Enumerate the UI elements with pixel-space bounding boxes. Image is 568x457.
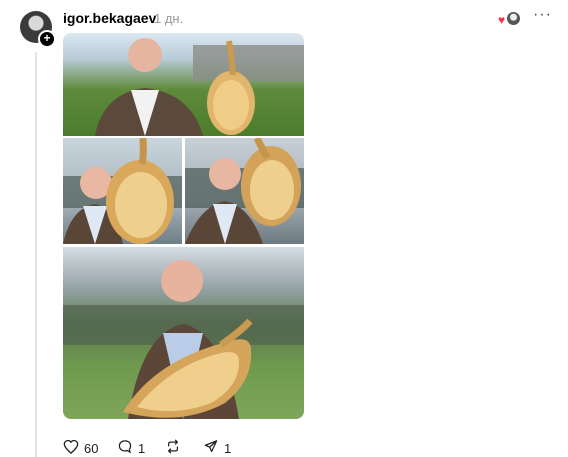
repost-button[interactable]	[165, 439, 181, 457]
reply-count: 1	[138, 440, 146, 456]
post-image-3[interactable]	[185, 138, 304, 244]
share-count: 1	[224, 440, 232, 456]
comment-bubble-icon	[117, 439, 133, 457]
send-icon	[203, 439, 219, 457]
more-options-button[interactable]: ···	[533, 6, 552, 24]
share-button[interactable]: 1	[203, 439, 231, 457]
follow-plus-icon[interactable]: +	[38, 30, 56, 48]
heart-outline-icon	[63, 439, 79, 457]
reply-button[interactable]: 1	[117, 439, 145, 457]
like-button[interactable]: 60	[63, 439, 98, 457]
post-image-2[interactable]	[63, 138, 182, 244]
likers-preview[interactable]: ♥	[498, 11, 521, 27]
post-image-1[interactable]	[63, 33, 304, 136]
liked-heart-icon: ♥	[498, 13, 506, 27]
thread-line	[35, 52, 37, 457]
author-username[interactable]: igor.bekagaev	[63, 10, 156, 26]
repost-arrows-icon	[165, 439, 181, 457]
liker-avatar	[506, 11, 521, 26]
post-time: 1 дн.	[154, 11, 184, 26]
like-count: 60	[84, 440, 99, 456]
post-image-4[interactable]	[63, 247, 304, 419]
